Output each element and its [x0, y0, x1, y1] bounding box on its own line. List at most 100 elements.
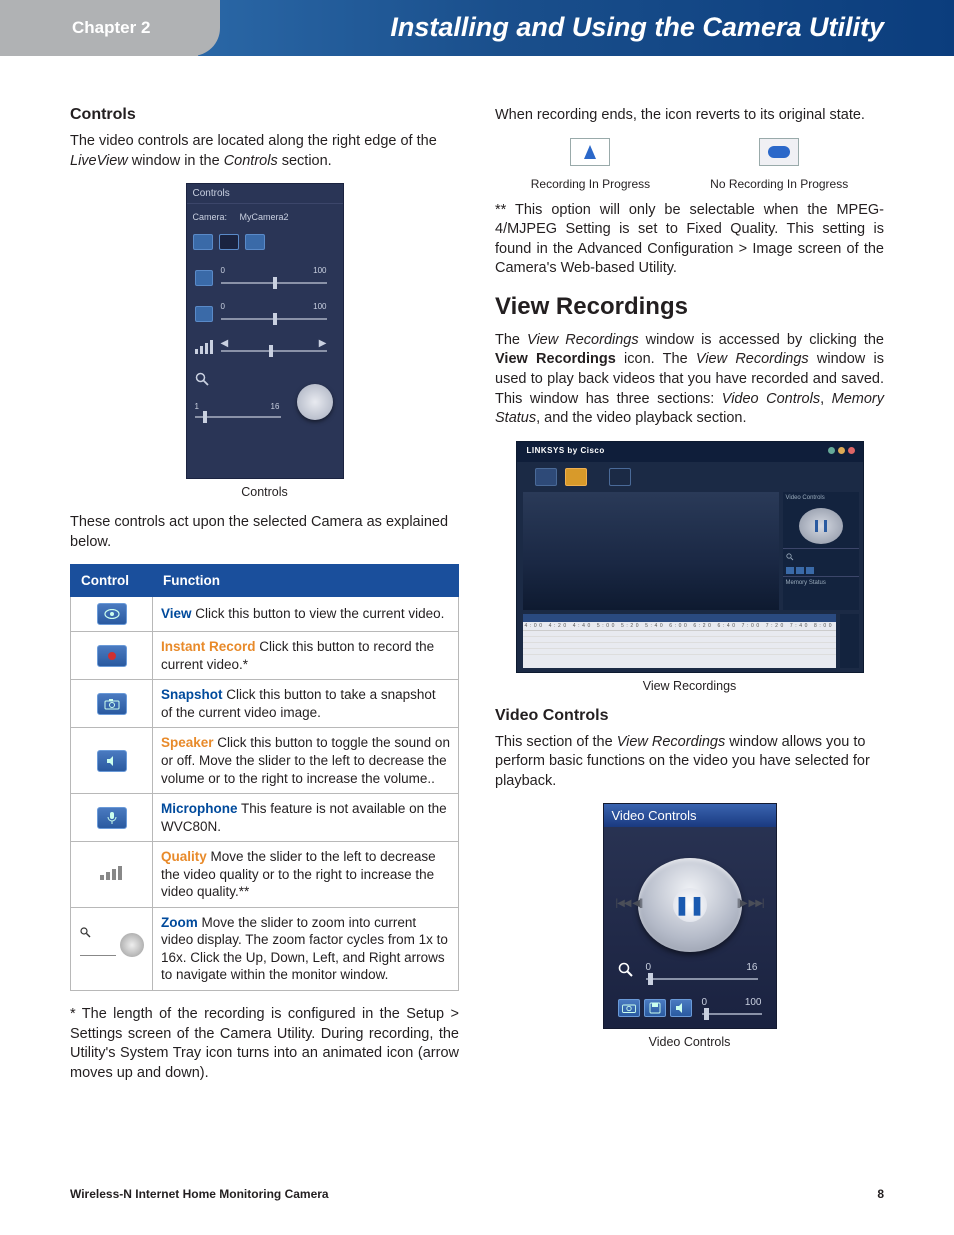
recording-state-icons: Recording In Progress No Recording In Pr…	[495, 138, 884, 191]
mic-icon	[97, 807, 127, 829]
playback-wheel-large[interactable]: ❚❚	[638, 858, 742, 952]
slider-max: 100	[313, 302, 326, 311]
table-row: Snapshot Click this button to take a sna…	[71, 680, 459, 728]
figure-controls-panel: Controls Camera: MyCamera2 0 100 0 10	[186, 183, 344, 479]
table-row: View Click this button to view the curre…	[71, 597, 459, 632]
recording-idle-caption: No Recording In Progress	[710, 177, 848, 191]
table-row: Quality Move the slider to the left to d…	[71, 842, 459, 908]
record-icon[interactable]	[219, 234, 239, 250]
figure-view-recordings-caption: View Recordings	[495, 679, 884, 693]
logo-text: LINKSYS by Cisco	[527, 446, 605, 455]
toolbar-icon[interactable]	[609, 468, 631, 486]
controls-intro: The video controls are located along the…	[70, 132, 459, 171]
vol-max: 100	[745, 997, 762, 1008]
zoom-min: 0	[646, 962, 652, 973]
panel-camera-row: Camera: MyCamera2	[187, 204, 343, 230]
left-column: Controls The video controls are located …	[70, 106, 459, 1083]
video-controls-title: Video Controls	[604, 804, 776, 827]
speaker-icon	[97, 750, 127, 772]
prev-buttons[interactable]: |◀◀ ◀||	[616, 898, 643, 909]
row-label: Snapshot	[161, 687, 223, 702]
panel-icon-row	[187, 230, 343, 254]
row-label: Quality	[161, 849, 207, 864]
memory-status-label: Memory Status	[783, 576, 859, 589]
footer-product: Wireless-N Internet Home Monitoring Came…	[70, 1187, 329, 1201]
right-column: When recording ends, the icon reverts to…	[495, 106, 884, 1083]
playback-wheel[interactable]	[799, 508, 843, 544]
th-function: Function	[153, 565, 459, 597]
save-icon[interactable]	[644, 999, 666, 1017]
footnote-1: * The length of the recording is configu…	[70, 1005, 459, 1083]
recording-progress-icon	[570, 138, 610, 166]
zoom-slider[interactable]: 0 16	[618, 962, 762, 986]
camera-label: Camera:	[193, 212, 228, 222]
timeline[interactable]: 4:00 4:20 4:40 5:00 5:20 5:40 6:00 6:20 …	[523, 614, 837, 668]
dpad-control[interactable]	[297, 384, 333, 420]
zoom-max: 16	[746, 962, 757, 973]
page-title: Installing and Using the Camera Utility	[390, 12, 884, 43]
sidebar-label: Video Controls	[783, 492, 859, 504]
table-header-row: Control Function	[71, 565, 459, 597]
slider-min: 0	[221, 266, 225, 275]
panel-title: Controls	[187, 184, 343, 204]
row-label: Instant Record	[161, 639, 256, 654]
view-recordings-text: The View Recordings window is accessed b…	[495, 331, 884, 429]
mic-slider[interactable]: 0 100	[195, 302, 335, 326]
video-controls-sidebar: Video Controls Memory Status	[783, 492, 859, 610]
arrow-left-icon[interactable]: ◀	[221, 338, 229, 349]
row-text: Click this button to view the current vi…	[192, 606, 445, 621]
heading-view-recordings: View Recordings	[495, 293, 884, 321]
quality-icon	[100, 864, 124, 880]
footer-page-number: 8	[877, 1187, 884, 1201]
page-header: Chapter 2 Installing and Using the Camer…	[0, 0, 954, 56]
recording-progress-caption: Recording In Progress	[531, 177, 650, 191]
controls-explain: These controls act upon the selected Cam…	[70, 513, 459, 552]
vol-min: 0	[702, 997, 708, 1008]
th-control: Control	[71, 565, 153, 597]
controls-table: Control Function View Click this button …	[70, 564, 459, 991]
speaker-icon[interactable]	[195, 270, 213, 286]
zoom-icon	[80, 925, 144, 969]
heading-video-controls: Video Controls	[495, 707, 884, 725]
figure-view-recordings: LINKSYS by Cisco Video Controls Memory S…	[516, 441, 864, 673]
next-buttons[interactable]: ||▶ ▶▶|	[737, 898, 764, 909]
zoom-max: 16	[271, 402, 280, 411]
pause-button[interactable]: ❚❚	[673, 888, 707, 922]
zoom-icon	[195, 372, 209, 389]
snapshot-icon[interactable]	[618, 999, 640, 1017]
figure-video-controls-caption: Video Controls	[495, 1035, 884, 1049]
video-playback-area[interactable]	[523, 492, 779, 610]
page-footer: Wireless-N Internet Home Monitoring Came…	[70, 1187, 884, 1201]
bottom-controls-row: 0 100	[618, 996, 762, 1020]
window-buttons[interactable]	[828, 447, 855, 454]
heading-controls: Controls	[70, 106, 459, 124]
view-icon	[97, 603, 127, 625]
toolbar-icon-selected[interactable]	[565, 468, 587, 486]
slider-max: 100	[313, 266, 326, 275]
speaker-icon[interactable]	[670, 999, 692, 1017]
calendar[interactable]	[840, 614, 858, 668]
zoom-control[interactable]: 1 16	[195, 372, 335, 432]
toolbar-icon[interactable]	[535, 468, 557, 486]
video-controls-text: This section of the View Recordings wind…	[495, 733, 884, 792]
table-row: Microphone This feature is not available…	[71, 794, 459, 842]
record-icon	[97, 645, 127, 667]
pause-icon[interactable]	[815, 520, 827, 532]
timeline-scale: 4:00 4:20 4:40 5:00 5:20 5:40 6:00 6:20 …	[523, 622, 837, 631]
table-row: Speaker Click this button to toggle the …	[71, 728, 459, 794]
volume-slider[interactable]: 0 100	[702, 999, 762, 1017]
arrow-right-icon[interactable]: ▶	[319, 338, 327, 349]
speaker-slider[interactable]: 0 100	[195, 266, 335, 290]
figure-controls-caption: Controls	[70, 485, 459, 499]
snapshot-icon	[97, 693, 127, 715]
mic-icon[interactable]	[195, 306, 213, 322]
snapshot-icon[interactable]	[245, 234, 265, 250]
slider-min: 0	[221, 302, 225, 311]
view-icon[interactable]	[193, 234, 213, 250]
row-text: Move the slider to zoom into current vid…	[161, 915, 448, 983]
footnote-2: ** This option will only be selectable w…	[495, 201, 884, 279]
zoom-icon	[618, 962, 633, 982]
table-row: Instant Record Click this button to reco…	[71, 632, 459, 680]
row-label: Microphone	[161, 801, 238, 816]
quality-slider[interactable]: ◀ ▶	[195, 338, 335, 360]
